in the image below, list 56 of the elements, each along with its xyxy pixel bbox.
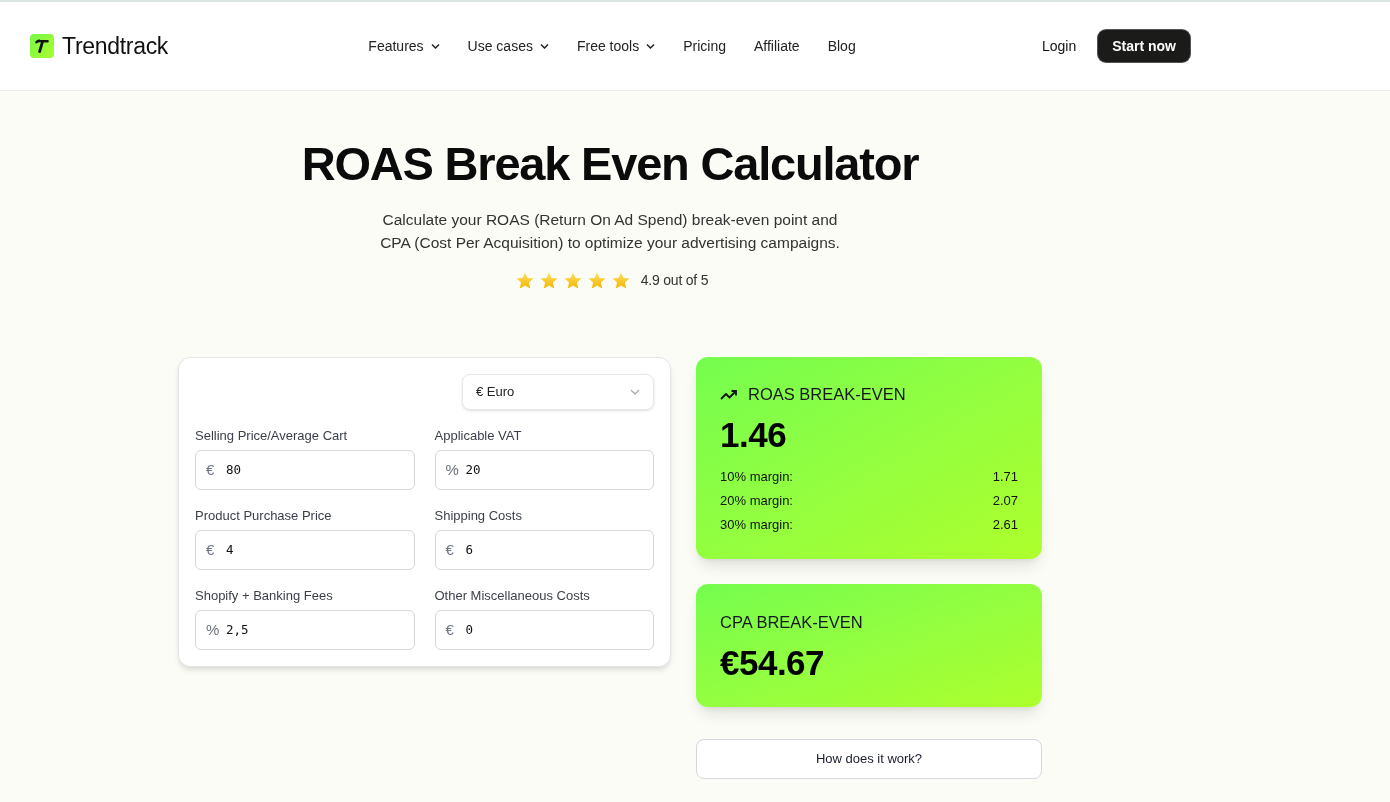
input-value: 0: [465, 620, 474, 639]
nav-link[interactable]: Features: [368, 35, 440, 57]
margin-value: 2.07: [992, 492, 1018, 511]
logo-text[interactable]: Trendtrack: [62, 28, 169, 64]
star-icon: [563, 272, 582, 289]
star-icon: [587, 272, 606, 289]
result-title: CPA BREAK-EVEN: [720, 612, 863, 633]
margin-label: 10% margin:: [720, 468, 793, 487]
input-field[interactable]: % 2,5: [195, 610, 415, 650]
unit-symbol: €: [206, 459, 216, 480]
unit-symbol: €: [206, 539, 216, 560]
margin-label: 20% margin:: [720, 492, 793, 511]
how-it-works-button[interactable]: How does it work?: [696, 739, 1042, 779]
margin-value: 2.61: [992, 516, 1018, 535]
input-value: 20: [465, 460, 481, 479]
input-value: 4: [226, 540, 234, 559]
unit-symbol: €: [445, 539, 455, 560]
nav-link[interactable]: Pricing: [683, 35, 726, 57]
unit-symbol: %: [445, 459, 458, 480]
star-icon: [539, 272, 558, 289]
start-now-button[interactable]: Start now: [1098, 30, 1190, 62]
result-value: €54.67: [720, 642, 826, 684]
margin-label: 30% margin:: [720, 516, 793, 535]
trending-up-icon: [720, 388, 738, 400]
input-field[interactable]: € 4: [195, 530, 415, 570]
nav-link[interactable]: Affiliate: [754, 35, 800, 57]
page-subtitle: Calculate your ROAS (Return On Ad Spend) break-even point and CPA (Cost Per Acquisition) to optimize your advertising campaigns.: [379, 210, 841, 253]
input-value: 6: [465, 540, 474, 559]
input-field[interactable]: € 80: [195, 450, 415, 490]
star-icon: [515, 272, 534, 289]
field-label: Shopify + Banking Fees: [195, 587, 334, 605]
currency-select[interactable]: € Euro: [462, 374, 654, 410]
field-label: Selling Price/Average Cart: [195, 427, 349, 445]
input-value: 2,5: [226, 620, 249, 639]
nav-link[interactable]: Blog: [827, 35, 856, 57]
field-label: Other Miscellaneous Costs: [434, 587, 591, 605]
input-field[interactable]: € 6: [434, 530, 654, 570]
nav-link[interactable]: Free tools: [576, 35, 656, 57]
field-label: Applicable VAT: [434, 427, 523, 445]
unit-symbol: %: [206, 619, 218, 640]
margin-value: 1.71: [992, 468, 1018, 487]
page-title: ROAS Break Even Calculator: [300, 136, 920, 192]
nav-link[interactable]: Use cases: [467, 35, 549, 57]
chevron-down-icon: [630, 389, 640, 395]
unit-symbol: €: [445, 619, 455, 640]
input-field[interactable]: % 20: [434, 450, 654, 490]
input-field[interactable]: € 0: [434, 610, 654, 650]
rating-text: 4.9 out of 5: [640, 271, 709, 290]
star-icon: [611, 272, 630, 289]
result-value: 1.46: [720, 414, 788, 456]
login-link[interactable]: Login: [1041, 35, 1077, 57]
result-title: ROAS BREAK-EVEN: [748, 384, 906, 405]
field-label: Product Purchase Price: [195, 507, 333, 525]
field-label: Shipping Costs: [434, 507, 523, 525]
input-value: 80: [226, 460, 242, 479]
logo-icon: [30, 34, 54, 58]
